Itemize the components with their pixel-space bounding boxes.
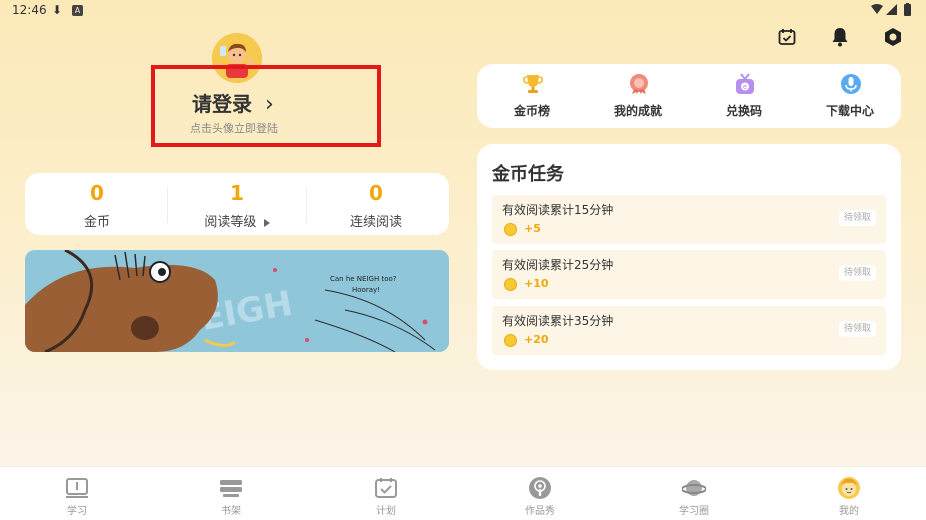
quick-link-label: 金币榜	[513, 104, 550, 118]
task-claim-button[interactable]: 待领取	[838, 265, 876, 281]
stat-value: 0	[369, 181, 383, 205]
task-name: 有效阅读累计25分钟	[502, 258, 614, 272]
stats-card: 0 金币 1 阅读等级 0 连续阅读	[25, 173, 449, 235]
stat-label: 金币	[83, 215, 110, 230]
stat-label: 连续阅读	[349, 215, 402, 230]
highlight-box	[151, 65, 381, 147]
coin-icon	[504, 278, 517, 291]
bottom-nav: 学习 书架 计划 作品秀 学习圈 我的	[0, 466, 926, 520]
status-bar: 12:46 ⬇ A	[0, 0, 926, 22]
stat-value: 0	[90, 181, 104, 205]
nav-item-bookshelf[interactable]: 书架	[181, 467, 281, 520]
tasks-title: 金币任务	[492, 164, 564, 185]
quick-link-label: 兑换码	[725, 104, 762, 118]
quick-link-coin-ranking[interactable]: 金币榜	[479, 64, 585, 128]
nav-label: 作品秀	[525, 506, 555, 517]
status-time: 12:46	[12, 3, 47, 17]
settings-hex-icon[interactable]	[882, 26, 904, 48]
bookshelf-icon	[220, 480, 242, 497]
quick-link-redeem-code[interactable]: e 兑换码	[691, 64, 797, 128]
stat-value: 1	[230, 181, 244, 205]
coin-icon	[504, 223, 517, 236]
nav-label: 学习圈	[679, 506, 709, 517]
nav-item-showcase[interactable]: 作品秀	[490, 467, 590, 520]
podcast-icon	[529, 477, 551, 499]
nav-label: 书架	[221, 506, 241, 517]
gift-code-icon: e	[736, 73, 754, 94]
medal-icon	[630, 74, 648, 94]
task-row: 有效阅读累计15分钟 +5 待领取	[492, 195, 886, 244]
task-reward: +10	[524, 277, 549, 290]
nav-label: 学习	[67, 506, 87, 517]
nav-label: 计划	[376, 506, 396, 517]
stat-reading-level[interactable]: 1 阅读等级	[167, 173, 307, 235]
bell-icon[interactable]	[829, 26, 851, 48]
quick-links-card: 金币榜 我的成就 e 兑换码 下载中心	[477, 64, 901, 128]
quick-link-achievements[interactable]: 我的成就	[585, 64, 691, 128]
quick-link-download-center[interactable]: 下载中心	[797, 64, 903, 128]
profile-face-icon	[838, 477, 860, 499]
wifi-signal-battery-icon	[871, 3, 911, 16]
banner-line-2: Hooray!	[352, 286, 380, 294]
system-status-icons	[870, 3, 916, 20]
banner-illustration: NEIGH Can he NEIGH too? Hooray!	[25, 250, 449, 352]
coin-icon	[504, 334, 517, 347]
stat-label-text: 阅读等级	[204, 215, 257, 230]
stat-coins[interactable]: 0 金币	[27, 173, 167, 235]
quick-link-label: 下载中心	[825, 104, 874, 118]
nav-item-circle[interactable]: 学习圈	[644, 467, 744, 520]
banner-line-1: Can he NEIGH too?	[330, 275, 397, 283]
stat-label: 阅读等级	[167, 211, 307, 230]
promo-banner[interactable]: NEIGH Can he NEIGH too? Hooray!	[25, 250, 449, 352]
nav-item-plan[interactable]: 计划	[336, 467, 436, 520]
task-name: 有效阅读累计35分钟	[502, 314, 614, 328]
nav-item-mine[interactable]: 我的	[799, 467, 899, 520]
task-name: 有效阅读累计15分钟	[502, 203, 614, 217]
task-row: 有效阅读累计35分钟 +20 待领取	[492, 306, 886, 355]
nav-label: 我的	[839, 506, 859, 517]
plan-calendar-icon	[375, 478, 397, 498]
calendar-check-icon[interactable]	[776, 26, 798, 48]
task-row: 有效阅读累计25分钟 +10 待领取	[492, 250, 886, 299]
book-icon	[66, 478, 88, 498]
play-small-icon	[263, 218, 270, 227]
task-reward: +5	[524, 222, 541, 235]
planet-icon	[682, 480, 706, 496]
download-status-icon: ⬇	[52, 3, 63, 17]
a-badge-icon: A	[72, 5, 83, 16]
task-claim-button[interactable]: 待领取	[838, 321, 876, 337]
task-claim-button[interactable]: 待领取	[838, 210, 876, 226]
svg-text:e: e	[743, 83, 747, 91]
trophy-icon	[523, 75, 543, 93]
quick-link-label: 我的成就	[613, 104, 662, 118]
coin-tasks-card: 金币任务 有效阅读累计15分钟 +5 待领取 有效阅读累计25分钟 +10 待领…	[477, 144, 901, 370]
task-reward: +20	[524, 333, 549, 346]
download-center-icon	[841, 74, 861, 94]
nav-item-study[interactable]: 学习	[27, 467, 127, 520]
stat-reading-streak[interactable]: 0 连续阅读	[306, 173, 446, 235]
